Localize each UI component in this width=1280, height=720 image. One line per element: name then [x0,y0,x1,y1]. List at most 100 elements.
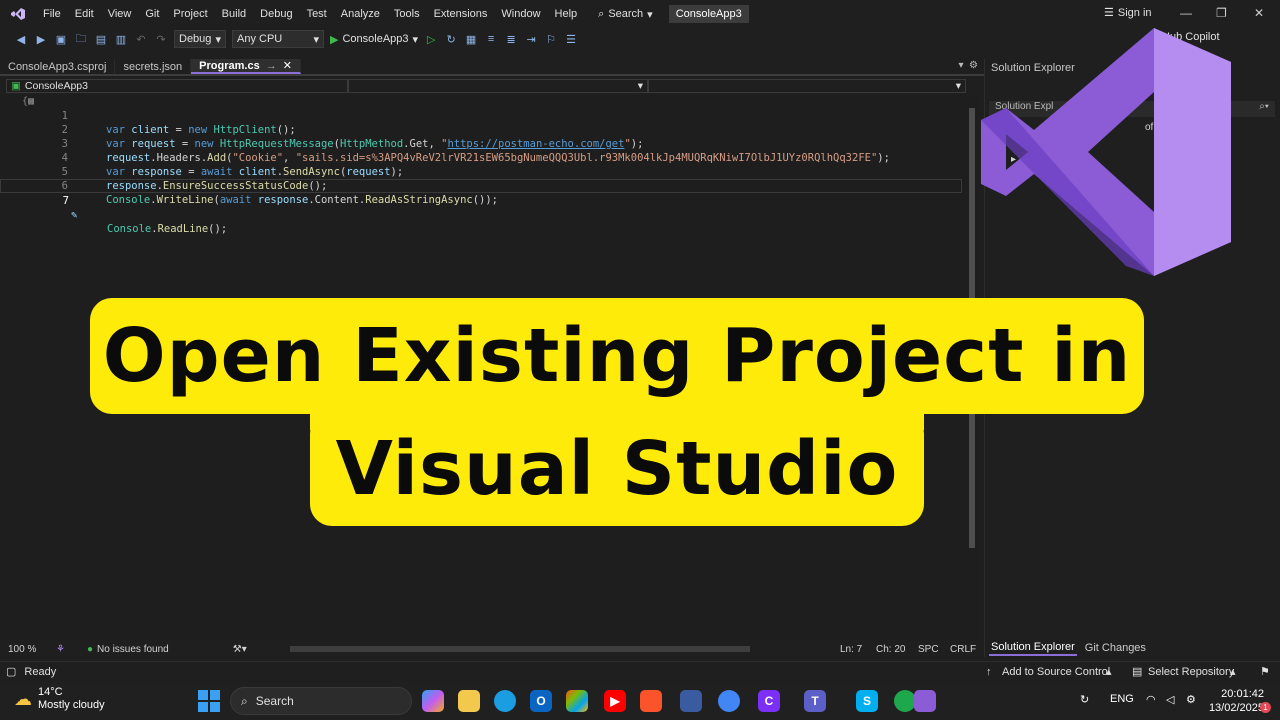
save-icon[interactable]: ▤ [94,32,108,46]
comment-icon[interactable]: ☰ [564,32,578,46]
save-all-icon[interactable]: ▥ [114,32,128,46]
menu-analyze[interactable]: Analyze [334,0,387,28]
open-folder-icon[interactable]: 🗀 [74,32,88,46]
issues-status[interactable]: No issues found [97,644,169,655]
language-indicator[interactable]: ENG [1110,693,1134,705]
thumbnail-title-banner: Open Existing Project in [90,298,1144,414]
tab-secrets-json[interactable]: secrets.json [115,59,192,74]
tab-label: ConsoleApp3.csproj [8,60,107,73]
settings-icon[interactable]: ⚙ [1186,693,1196,706]
maximize-icon[interactable]: ❐ [1216,6,1227,20]
indent-icon[interactable]: ⇥ [524,32,538,46]
format-icon[interactable]: ≡ [484,32,498,46]
cleanup-icon[interactable]: ⚒▾ [233,644,247,655]
toolbox-icon[interactable]: ▦ [464,32,478,46]
visual-studio-logo-icon [981,28,1231,276]
minimize-icon[interactable]: — [1180,6,1192,20]
type-scope-dropdown[interactable]: ▾ [348,79,648,93]
windows-taskbar: ☁ 14°C Mostly cloudy ⌕ Search O ▶ C T S … [0,682,1280,720]
menu-file[interactable]: File [36,0,68,28]
taskbar-search[interactable]: ⌕ Search [230,687,412,715]
windows-start-button[interactable] [198,690,220,712]
notifications-icon[interactable]: ⚑ [1260,665,1270,678]
pin-icon[interactable]: → [266,60,277,72]
tab-consoleapp3-csproj[interactable]: ConsoleApp3.csproj [0,59,116,74]
select-repository-button[interactable]: Select Repository [1148,666,1234,678]
platform-dropdown[interactable]: Any CPU ▾ [232,30,324,48]
chevron-down-icon: ▾ [637,80,643,92]
forward-icon[interactable]: ▶ [34,32,48,46]
notification-badge[interactable]: 1 [1260,702,1271,713]
brave-browser-icon[interactable] [640,690,662,712]
whitespace-indicator[interactable]: SPC [918,644,939,655]
menu-test[interactable]: Test [300,0,334,28]
horizontal-scrollbar[interactable] [290,646,750,652]
menu-extensions[interactable]: Extensions [427,0,495,28]
tab-solution-explorer[interactable]: Solution Explorer [989,640,1077,656]
edge-browser-icon[interactable] [494,690,516,712]
refresh-icon[interactable]: ↻ [1080,693,1089,706]
visual-studio-taskbar-icon[interactable] [914,690,936,712]
project-name-badge[interactable]: ConsoleApp3 [668,5,749,23]
microsoft-store-icon[interactable] [566,690,588,712]
member-scope-dropdown[interactable]: ▾ [648,79,966,93]
skype-icon[interactable]: S [856,690,878,712]
bookmark-icon[interactable]: ⚐ [544,32,558,46]
undo-icon[interactable]: ↶ [134,32,148,46]
teams-icon[interactable]: T [804,690,826,712]
search-icon: ⌕▾ [1259,101,1269,112]
taskbar-clock[interactable]: 20:01:42 13/02/2025 [1208,687,1264,715]
menu-project[interactable]: Project [166,0,214,28]
tab-git-changes[interactable]: Git Changes [1083,641,1148,655]
menu-git[interactable]: Git [138,0,166,28]
search-icon: ⌕ [598,7,605,20]
chevron-down-icon: ▾ [215,33,221,46]
menu-view[interactable]: View [101,0,139,28]
start-without-debugging-icon[interactable]: ▷ [424,32,438,46]
menu-edit[interactable]: Edit [68,0,101,28]
redo-icon[interactable]: ↷ [154,32,168,46]
column-indicator[interactable]: Ch: 20 [876,644,905,655]
menu-window[interactable]: Window [494,0,547,28]
menu-bar: File Edit View Git Project Build Debug T… [0,0,1280,28]
copilot-app-icon[interactable] [422,690,444,712]
align-icon[interactable]: ≣ [504,32,518,46]
outlook-icon[interactable]: O [530,690,552,712]
chrome-browser-icon[interactable] [718,690,740,712]
utorrent-icon[interactable] [894,690,916,712]
zoom-level[interactable]: 100 % [8,644,48,655]
configuration-dropdown[interactable]: Debug ▾ [174,30,226,48]
signin-button[interactable]: ☰ Sign in [1104,6,1152,20]
wifi-icon[interactable]: ◠ [1146,693,1156,706]
clickup-icon[interactable]: C [758,690,780,712]
close-tab-icon[interactable]: ✕ [283,59,292,72]
chevron-down-icon: ▾ [955,80,961,92]
person-app-icon[interactable] [680,690,702,712]
close-icon[interactable]: ✕ [1254,6,1264,20]
menu-tools[interactable]: Tools [387,0,427,28]
menu-help[interactable]: Help [548,0,585,28]
line-indicator[interactable]: Ln: 7 [840,644,862,655]
file-explorer-icon[interactable] [458,690,480,712]
volume-icon[interactable]: ◁ [1166,693,1174,706]
chevron-up-icon: ▴ [1106,666,1112,678]
back-icon[interactable]: ◀ [14,32,28,46]
menu-debug[interactable]: Debug [253,0,299,28]
line-ending-indicator[interactable]: CRLF [950,644,976,655]
hot-reload-icon[interactable]: ↻ [444,32,458,46]
start-debugging-button[interactable]: ▶ ConsoleApp3 ▾ [330,33,418,46]
menu-build[interactable]: Build [215,0,253,28]
youtube-icon[interactable]: ▶ [604,690,626,712]
chevron-down-icon: ▾ [412,33,419,46]
weather-condition: Mostly cloudy [38,699,105,711]
weather-widget[interactable]: ☁ 14°C Mostly cloudy [14,686,105,712]
signin-label: Sign in [1117,6,1152,19]
search-menu[interactable]: ⌕ Search ▾ [592,8,659,21]
quick-actions-icon[interactable]: ✎ [71,208,77,222]
new-item-icon[interactable]: ▣ [54,32,68,46]
add-to-source-control-button[interactable]: Add to Source Control [1002,666,1110,678]
thumbnail-title-banner-bottom: Visual Studio [310,412,924,526]
copilot-status-icon[interactable]: ⚘ [56,644,65,655]
project-scope-dropdown[interactable]: ▣ ConsoleApp3 [6,79,348,93]
tab-program-cs[interactable]: Program.cs → ✕ [191,59,301,74]
